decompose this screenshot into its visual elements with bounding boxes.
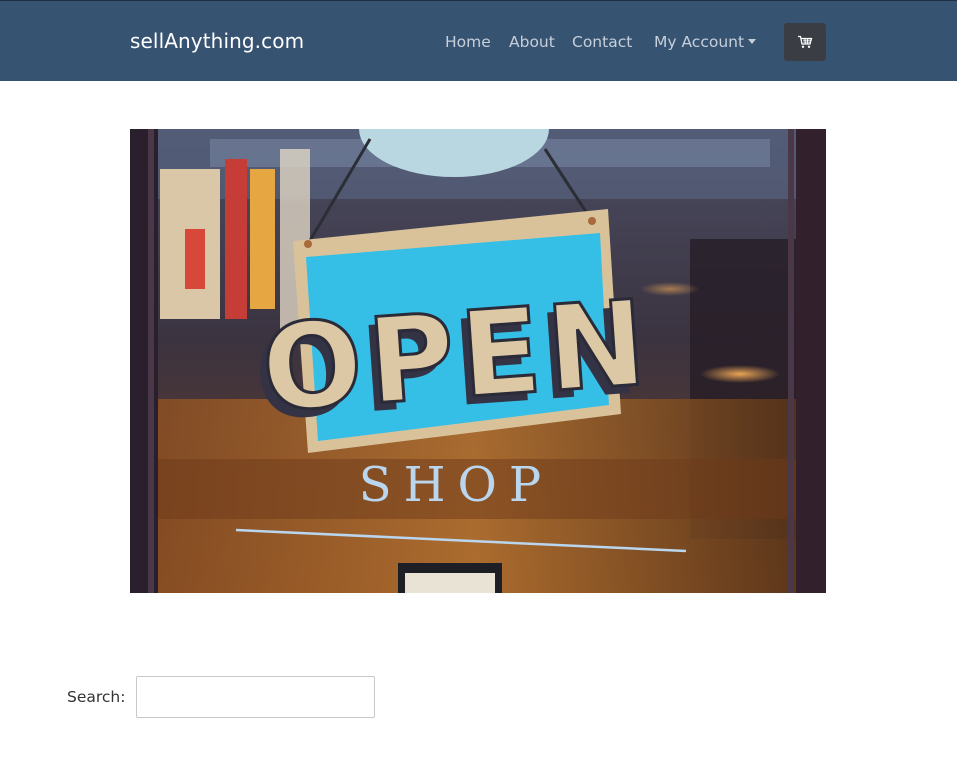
my-account-dropdown[interactable]: My Account bbox=[654, 33, 757, 51]
open-sign-text: OPEN bbox=[257, 273, 656, 438]
nav-about-link[interactable]: About bbox=[509, 33, 555, 51]
hero-image-open-shop-sign: OPEN OPEN SHOP bbox=[130, 129, 826, 593]
search-input[interactable] bbox=[136, 676, 375, 718]
nav-home-link[interactable]: Home bbox=[445, 33, 491, 51]
shop-window-text: SHOP bbox=[359, 457, 553, 513]
shopping-cart-icon bbox=[798, 35, 813, 48]
caret-down-icon bbox=[748, 39, 757, 44]
cart-button[interactable] bbox=[784, 23, 826, 61]
my-account-label: My Account bbox=[654, 33, 745, 51]
brand-link[interactable]: sellAnything.com bbox=[130, 29, 304, 53]
nav-contact-link[interactable]: Contact bbox=[572, 33, 632, 51]
search-label: Search: bbox=[67, 688, 126, 706]
top-navbar: sellAnything.com Home About Contact My A… bbox=[0, 0, 957, 81]
